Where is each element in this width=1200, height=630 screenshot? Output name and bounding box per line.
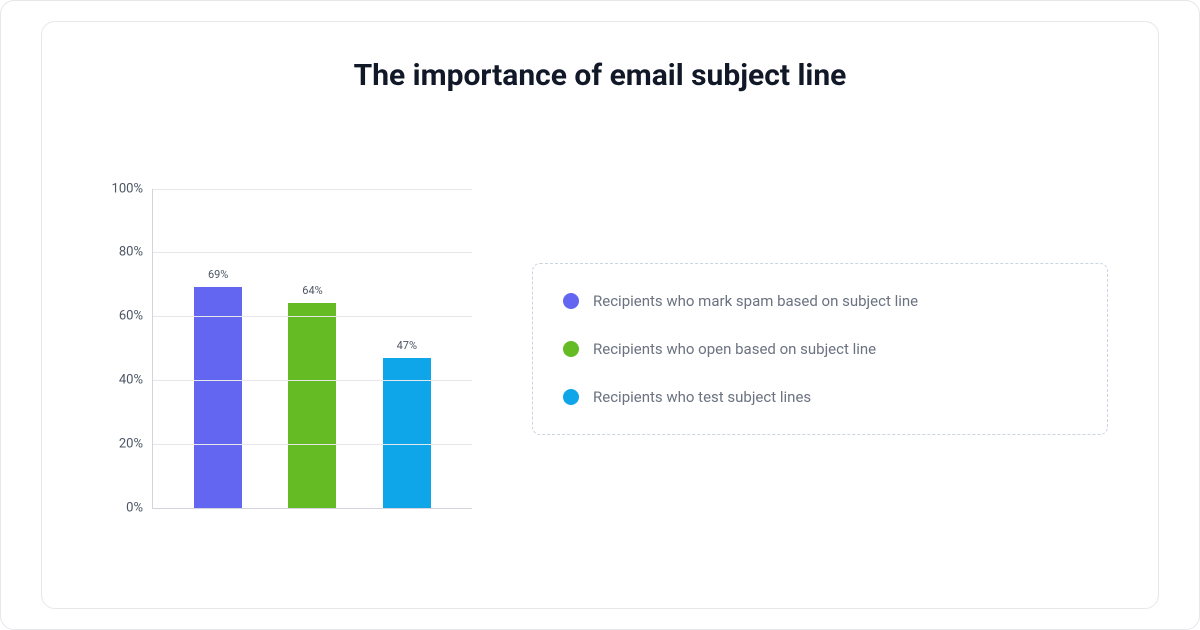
legend-swatch-icon [563,293,579,309]
chart-wrap: 69%64%47% 0%20%40%60%80%100% [92,189,472,509]
gridline [153,252,472,253]
bar: 64% [288,303,336,507]
legend-swatch-icon [563,389,579,405]
legend-item: Recipients who mark spam based on subjec… [563,292,1077,310]
bar-slot: 64% [265,189,359,508]
legend-label: Recipients who open based on subject lin… [593,340,876,358]
bars-container: 69% 64% 47% [153,189,472,508]
y-tick-label: 100% [112,181,153,196]
chart-title: The importance of email subject line [92,58,1108,93]
legend-item: Recipients who test subject lines [563,388,1077,406]
y-tick-label: 80% [119,245,153,260]
bar-chart: 69%64%47% 0%20%40%60%80%100% [92,189,472,509]
legend-swatch-icon [563,341,579,357]
gridline [153,189,472,190]
bar-value-label: 64% [302,284,322,297]
y-tick-label: 60% [119,309,153,324]
y-tick-label: 20% [119,436,153,451]
y-tick-label: 40% [119,372,153,387]
bar-slot: 69% [171,189,265,508]
bar-value-label: 69% [208,268,228,281]
bar: 69% [194,287,242,507]
legend-label: Recipients who mark spam based on subjec… [593,292,918,310]
legend-item: Recipients who open based on subject lin… [563,340,1077,358]
chart-content-row: 69% 64% 47% 0% 20% 40% 60% 80% 100% Recipients … [92,129,1108,568]
chart-card: The importance of email subject line 69%… [41,21,1159,609]
gridline [153,380,472,381]
gridline [153,444,472,445]
outer-frame: The importance of email subject line 69%… [0,0,1200,630]
bar-slot: 47% [360,189,454,508]
legend: Recipients who mark spam based on subjec… [532,263,1108,435]
legend-label: Recipients who test subject lines [593,388,811,406]
gridline [153,316,472,317]
bar-value-label: 47% [397,339,417,352]
y-tick-label: 0% [126,500,153,515]
plot-area: 69%64%47% 0%20%40%60%80%100% [152,189,472,509]
